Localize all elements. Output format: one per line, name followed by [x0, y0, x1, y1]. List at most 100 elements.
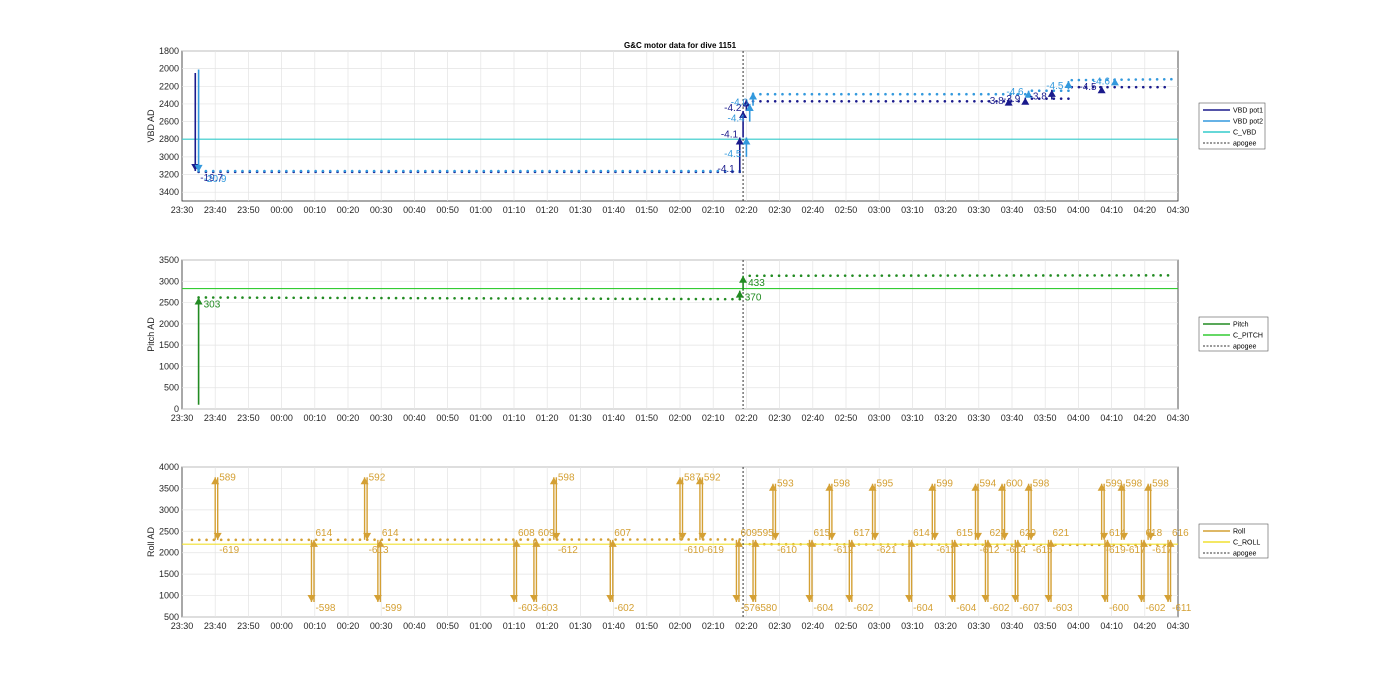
data-point — [924, 274, 928, 277]
data-point — [687, 297, 690, 301]
data-point — [672, 169, 676, 173]
data-point — [271, 538, 274, 542]
data-point — [599, 297, 603, 301]
data-point — [328, 169, 332, 173]
y-tick-label: 2000 — [159, 319, 179, 329]
chart-title: G&C motor data for dive 1151 — [624, 41, 737, 50]
data-point — [1134, 85, 1138, 89]
move-label: -3.8 — [986, 96, 1004, 107]
data-point — [973, 99, 976, 103]
data-point — [351, 538, 354, 542]
y-tick-label: 3000 — [159, 152, 179, 162]
roll-up-label: 621 — [1053, 528, 1070, 539]
data-point — [1100, 274, 1104, 277]
data-point — [665, 297, 668, 301]
data-point — [891, 92, 895, 96]
data-point — [636, 169, 639, 173]
data-point — [417, 538, 420, 541]
data-point — [759, 99, 762, 103]
data-point — [621, 297, 625, 301]
x-tick-label: 00:50 — [436, 205, 459, 215]
roll-down-label: -602 — [989, 603, 1009, 614]
data-point — [431, 296, 434, 300]
x-tick-label: 00:20 — [337, 621, 360, 631]
data-point — [350, 169, 354, 173]
x-tick-label: 00:00 — [270, 413, 293, 423]
data-point — [1078, 274, 1082, 277]
data-point — [723, 538, 727, 541]
roll-up-label: 614 — [315, 528, 332, 539]
data-point — [858, 274, 862, 277]
data-point — [781, 99, 784, 103]
x-tick-label: 03:10 — [901, 205, 924, 215]
move-label: -4.6 — [1006, 87, 1024, 98]
x-tick-label: 01:10 — [503, 621, 526, 631]
data-point — [227, 538, 230, 542]
data-point — [840, 92, 843, 96]
data-point — [372, 296, 376, 300]
data-point — [562, 297, 566, 300]
data-point — [277, 296, 281, 300]
x-tick-label: 02:30 — [768, 413, 791, 423]
data-point — [460, 296, 464, 300]
data-point — [365, 169, 369, 173]
data-point — [285, 538, 289, 542]
x-tick-label: 01:20 — [536, 621, 559, 631]
roll-up-label: 598 — [558, 472, 575, 483]
y-tick-label: 1800 — [159, 46, 179, 56]
x-tick-label: 01:00 — [470, 621, 493, 631]
x-tick-label: 23:50 — [237, 413, 260, 423]
data-point — [687, 538, 690, 541]
data-point — [562, 169, 566, 173]
data-point — [950, 99, 954, 103]
data-point — [817, 92, 821, 96]
data-point — [241, 169, 244, 173]
data-point — [599, 538, 603, 541]
data-point — [658, 297, 661, 301]
data-point — [292, 538, 296, 542]
data-point — [380, 169, 383, 173]
x-tick-label: 00:50 — [436, 413, 459, 423]
x-tick-label: 01:20 — [536, 413, 559, 423]
y-tick-label: 2600 — [159, 117, 179, 127]
data-point — [445, 169, 449, 173]
data-point — [482, 538, 486, 541]
data-point — [818, 99, 821, 103]
data-point — [1130, 274, 1133, 277]
data-point — [489, 297, 493, 300]
data-point — [1019, 274, 1023, 277]
x-tick-label: 04:30 — [1167, 205, 1190, 215]
data-point — [1113, 85, 1116, 89]
x-tick-label: 04:30 — [1167, 413, 1190, 423]
data-point — [1041, 274, 1045, 277]
x-tick-label: 00:30 — [370, 621, 393, 631]
data-point — [504, 538, 508, 541]
data-point — [190, 538, 194, 542]
x-tick-label: 02:20 — [735, 205, 758, 215]
data-point — [592, 297, 595, 301]
data-point — [1141, 85, 1145, 89]
data-point — [1137, 274, 1140, 277]
x-tick-label: 01:40 — [602, 413, 625, 423]
data-point — [482, 297, 486, 300]
roll-up-label: 598 — [833, 479, 850, 490]
data-point — [766, 99, 770, 103]
data-point — [928, 92, 931, 96]
data-point — [983, 274, 986, 277]
data-point — [763, 274, 766, 278]
data-point — [825, 92, 828, 96]
data-point — [234, 538, 238, 542]
x-tick-label: 03:30 — [968, 413, 991, 423]
data-point — [672, 538, 676, 541]
data-point — [862, 92, 865, 96]
x-tick-label: 00:10 — [304, 413, 327, 423]
y-tick-label: 3500 — [159, 483, 179, 493]
data-point — [497, 538, 501, 541]
x-tick-label: 01:20 — [536, 205, 559, 215]
data-point — [650, 297, 654, 301]
data-point — [365, 296, 369, 300]
data-point — [482, 169, 486, 173]
roll-down-label: -604 — [813, 603, 833, 614]
data-point — [884, 99, 888, 103]
data-point — [950, 92, 954, 96]
